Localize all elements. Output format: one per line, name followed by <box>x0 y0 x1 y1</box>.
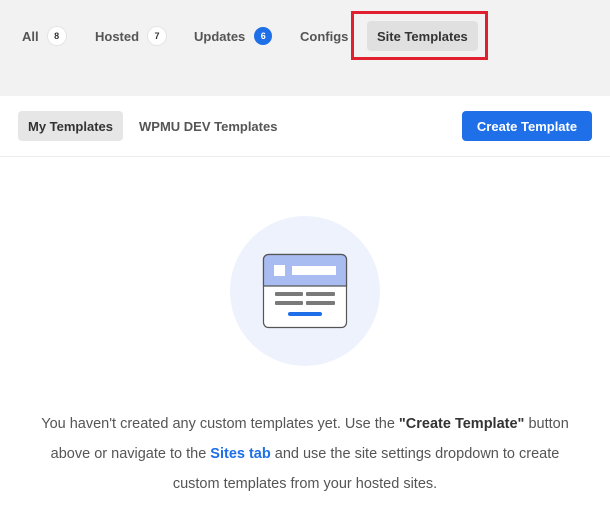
tab-hosted[interactable]: Hosted 7 <box>95 21 167 51</box>
empty-state-line-1: You haven't created any custom templates… <box>20 409 590 439</box>
empty-state-line-2: above or navigate to the Sites tab and u… <box>20 439 590 469</box>
empty-state-line-3: custom templates from your hosted sites. <box>172 476 438 492</box>
create-template-emphasis: "Create Template" <box>398 416 525 432</box>
templates-toolbar: My Templates WPMU DEV Templates Create T… <box>0 96 610 157</box>
message-text: button <box>524 416 569 432</box>
tab-wpmu-dev-templates-label: WPMU DEV Templates <box>139 118 278 134</box>
tab-all-label: All <box>22 28 39 44</box>
tab-updates-label: Updates <box>194 28 246 44</box>
tab-configs-label: Configs <box>300 28 349 44</box>
tab-all-count-badge: 8 <box>47 27 66 45</box>
tab-configs[interactable]: Configs <box>300 21 348 51</box>
tab-my-templates[interactable]: My Templates <box>18 111 124 141</box>
tab-hosted-count-badge: 7 <box>148 27 167 45</box>
message-text: and use the site settings dropdown to cr… <box>270 446 560 462</box>
highlight-box <box>351 11 488 60</box>
tab-hosted-label: Hosted <box>95 28 140 44</box>
message-text: above or navigate to the <box>50 446 211 462</box>
tab-wpmu-dev-templates[interactable]: WPMU DEV Templates <box>139 111 277 141</box>
tab-updates-count-badge: 6 <box>254 27 273 45</box>
tab-my-templates-label: My Templates <box>28 118 114 134</box>
message-text: You haven't created any custom templates… <box>41 416 399 432</box>
tab-updates[interactable]: Updates 6 <box>194 21 273 51</box>
sites-tab-link[interactable]: Sites tab <box>210 446 270 462</box>
empty-state-message: You haven't created any custom templates… <box>20 409 590 499</box>
create-template-button[interactable]: Create Template <box>462 111 592 141</box>
empty-state-illustration <box>230 216 380 366</box>
tab-all[interactable]: All 8 <box>22 21 66 51</box>
top-tab-bar: All 8 Hosted 7 Updates 6 Configs Site Te… <box>0 0 610 96</box>
site-template-icon <box>262 253 348 329</box>
